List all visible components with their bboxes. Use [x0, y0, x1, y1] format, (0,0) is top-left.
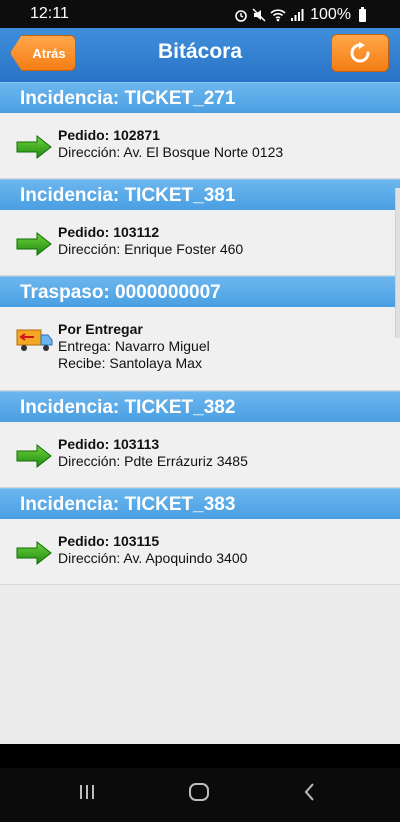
item-receiver: Recibe: Santolaya Max — [58, 355, 202, 371]
list-item[interactable]: Pedido: 103113 Dirección: Pdte Errázuriz… — [0, 422, 400, 488]
item-delivery: Entrega: Navarro Miguel — [58, 338, 210, 354]
section-header: Incidencia: TICKET_271 — [0, 82, 400, 113]
item-address: Dirección: Enrique Foster 460 — [58, 241, 244, 257]
section-header: Traspaso: 0000000007 — [0, 276, 400, 307]
status-icons: 100% — [234, 6, 366, 24]
status-bar: 12:11 100% — [0, 0, 400, 28]
mute-icon — [252, 8, 266, 22]
status-time: 12:11 — [30, 5, 69, 22]
list-item[interactable]: Pedido: 103115 Dirección: Av. Apoquindo … — [0, 519, 400, 585]
list-item[interactable]: Pedido: 102871 Dirección: Av. El Bosque … — [0, 113, 400, 179]
refresh-icon — [350, 42, 370, 63]
item-title: Pedido: 103112 — [58, 224, 160, 240]
battery-percent: 100% — [310, 6, 351, 23]
alarm-icon — [235, 10, 247, 22]
item-text: Pedido: 103115 Dirección: Av. Apoquindo … — [58, 533, 247, 567]
item-title: Pedido: 102871 — [58, 127, 160, 143]
delivery-truck-icon — [16, 329, 53, 351]
item-title: Pedido: 103115 — [58, 533, 160, 549]
list-item[interactable]: Por Entregar Entrega: Navarro Miguel Rec… — [0, 307, 400, 391]
system-nav-bar — [0, 768, 400, 822]
item-text: Pedido: 103113 Dirección: Pdte Errázuriz… — [58, 436, 248, 470]
wifi-icon — [270, 9, 286, 22]
green-arrow-icon — [16, 232, 52, 256]
item-address: Dirección: Pdte Errázuriz 3485 — [58, 453, 248, 469]
green-arrow-icon — [16, 135, 52, 159]
item-status: Por Entregar — [58, 321, 143, 337]
green-arrow-icon — [16, 541, 52, 565]
section-header: Incidencia: TICKET_382 — [0, 391, 400, 422]
app-header: Atrás Bitácora — [0, 28, 400, 82]
battery-icon — [359, 6, 366, 22]
section-header: Incidencia: TICKET_381 — [0, 179, 400, 210]
log-list: Incidencia: TICKET_271 Pedido: 102871 Di… — [0, 82, 400, 585]
back-nav-icon[interactable] — [302, 782, 318, 802]
refresh-button[interactable] — [331, 34, 389, 72]
item-text: Pedido: 103112 Dirección: Enrique Foster… — [58, 224, 243, 258]
home-icon[interactable] — [188, 782, 210, 802]
item-address: Dirección: Av. Apoquindo 3400 — [58, 550, 248, 566]
section-header: Incidencia: TICKET_383 — [0, 488, 400, 519]
signal-icon — [291, 9, 304, 21]
green-arrow-icon — [16, 444, 52, 468]
item-text: Pedido: 102871 Dirección: Av. El Bosque … — [58, 127, 283, 161]
list-item[interactable]: Pedido: 103112 Dirección: Enrique Foster… — [0, 210, 400, 276]
recent-apps-icon[interactable] — [78, 782, 96, 802]
item-text: Por Entregar Entrega: Navarro Miguel Rec… — [58, 321, 210, 372]
item-title: Pedido: 103113 — [58, 436, 160, 452]
bottom-strip — [0, 744, 400, 768]
scrollbar[interactable] — [395, 188, 400, 338]
item-address: Dirección: Av. El Bosque Norte 0123 — [58, 144, 284, 160]
